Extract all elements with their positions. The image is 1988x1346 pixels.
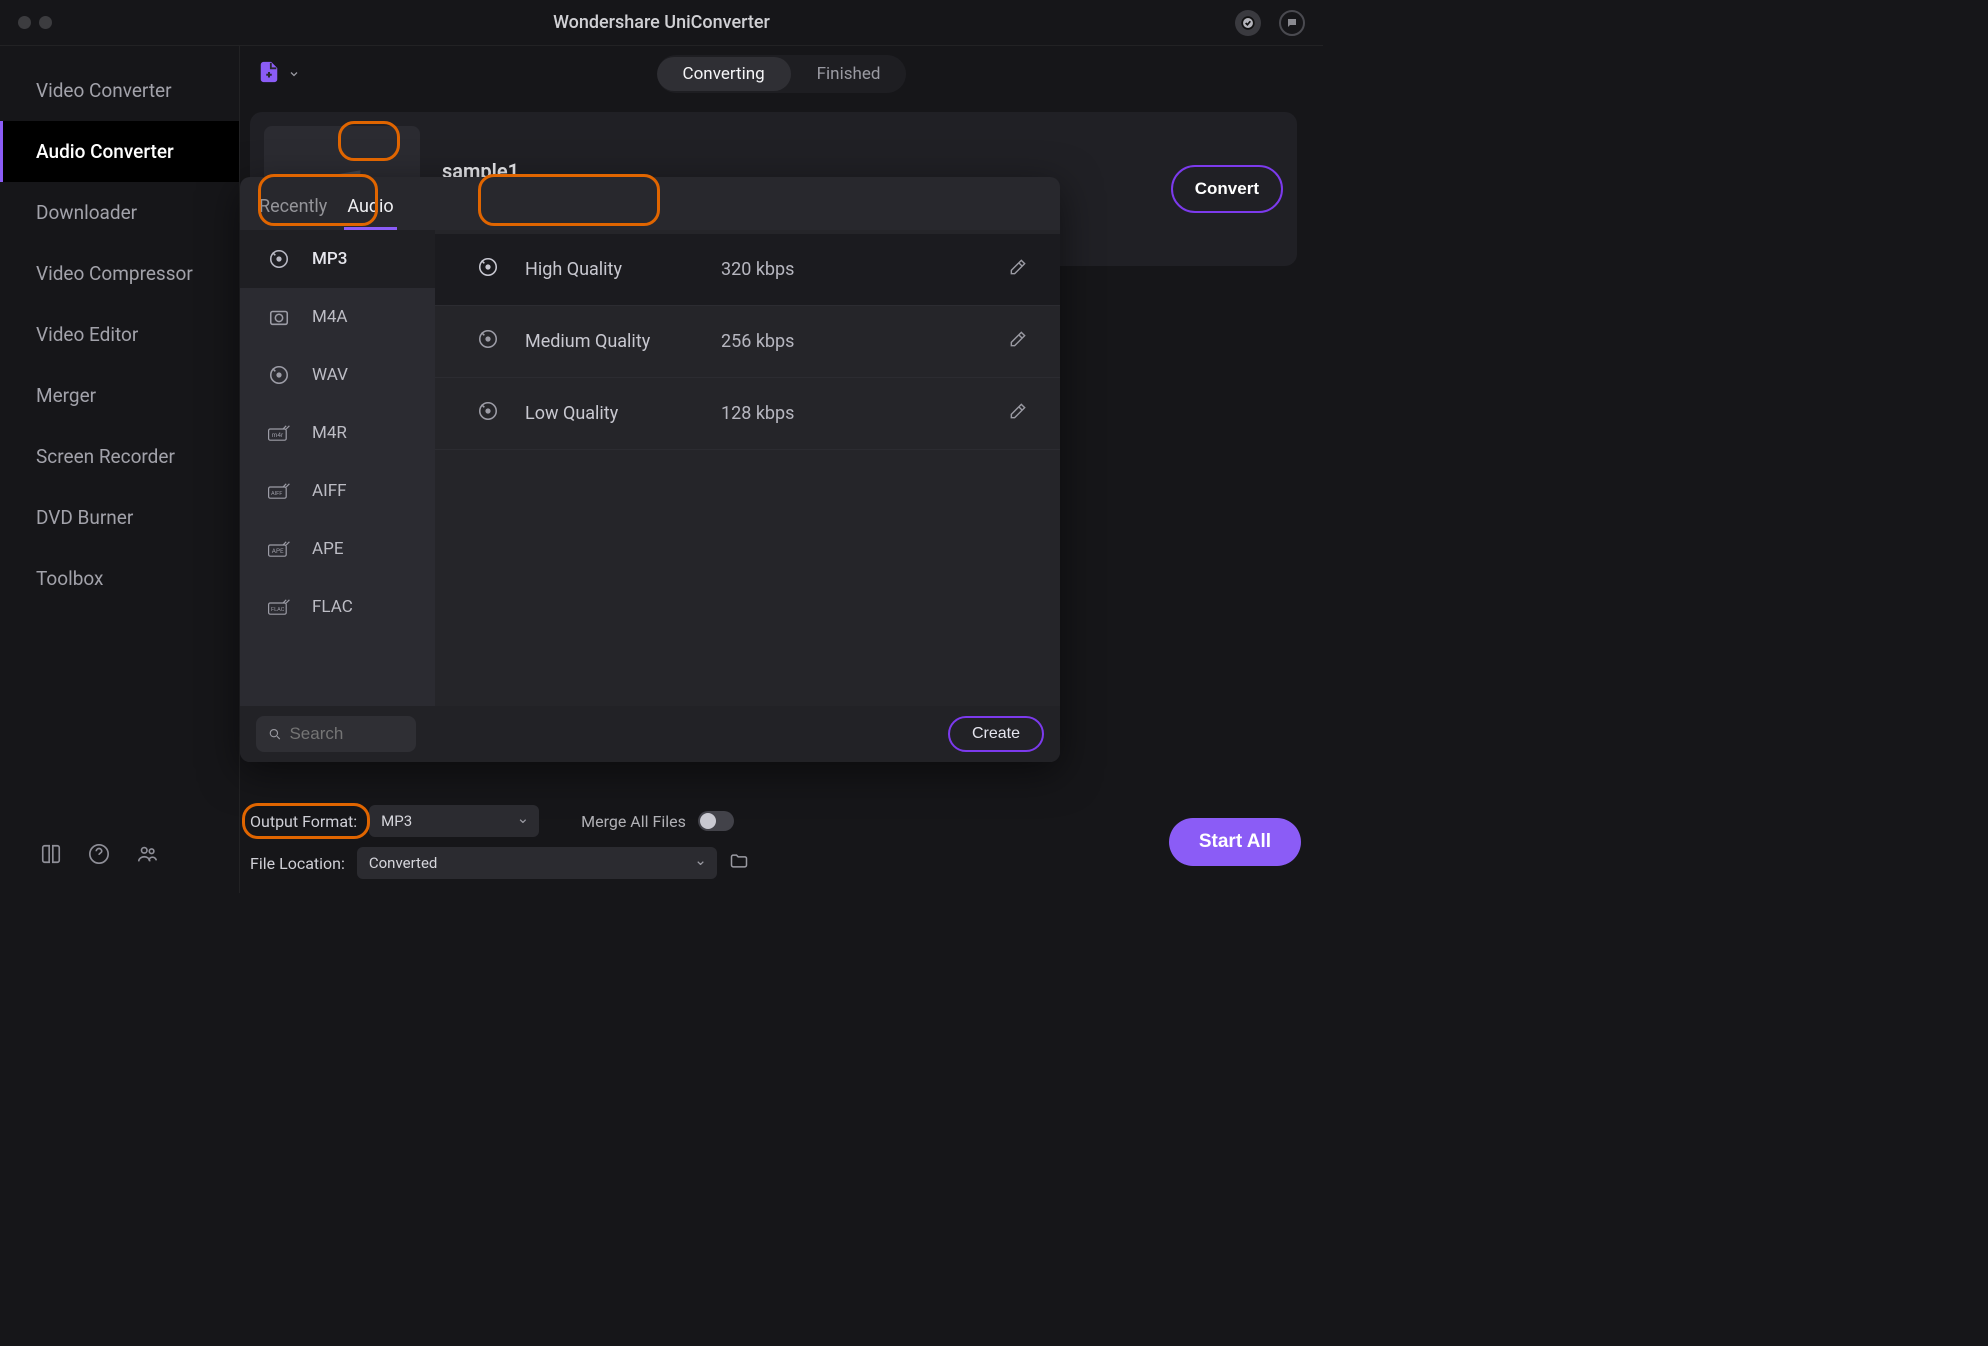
quality-label: High Quality <box>525 259 695 280</box>
format-ape[interactable]: APE APE <box>240 520 435 578</box>
format-wav[interactable]: WAV <box>240 346 435 404</box>
quality-label: Medium Quality <box>525 331 695 352</box>
file-badge-icon: m4r <box>266 422 292 444</box>
merge-toggle[interactable] <box>698 811 734 831</box>
file-badge-icon: AIFF <box>266 480 292 502</box>
svg-text:m4r: m4r <box>272 431 284 439</box>
tab-recently[interactable]: Recently <box>256 192 330 230</box>
camera-icon <box>266 306 292 328</box>
merge-all-label: Merge All Files <box>581 812 686 831</box>
close-window-icon[interactable] <box>18 16 31 29</box>
convert-button[interactable]: Convert <box>1171 165 1283 213</box>
output-format-label: Output Format: <box>250 812 357 831</box>
file-location-select[interactable]: Converted <box>357 847 717 879</box>
tab-audio[interactable]: Audio <box>344 192 396 230</box>
search-input[interactable] <box>256 716 416 752</box>
format-mp3[interactable]: MP3 <box>240 230 435 288</box>
quality-label: Low Quality <box>525 403 695 424</box>
format-label: AIFF <box>312 481 347 501</box>
sidebar-item-dvd-burner[interactable]: DVD Burner <box>0 487 239 548</box>
format-label: M4A <box>312 307 348 327</box>
search-icon <box>268 726 281 742</box>
file-badge-icon: APE <box>266 538 292 560</box>
format-popover: Recently Audio MP3 M4A <box>240 177 1060 762</box>
format-list: MP3 M4A WAV m4r M4R <box>240 230 435 706</box>
feedback-icon[interactable] <box>1279 10 1305 36</box>
sidebar-item-video-compressor[interactable]: Video Compressor <box>0 243 239 304</box>
format-label: M4R <box>312 423 347 443</box>
chevron-down-icon[interactable] <box>288 65 300 84</box>
output-format-select[interactable]: MP3 <box>369 805 539 837</box>
sidebar-item-downloader[interactable]: Downloader <box>0 182 239 243</box>
format-label: MP3 <box>312 249 347 269</box>
create-button[interactable]: Create <box>948 716 1044 752</box>
format-label: FLAC <box>312 597 353 617</box>
format-m4r[interactable]: m4r M4R <box>240 404 435 462</box>
tab-converting[interactable]: Converting <box>657 57 791 91</box>
add-file-button[interactable] <box>258 60 280 88</box>
status-segmented: Converting Finished <box>657 55 907 93</box>
sidebar-item-audio-converter[interactable]: Audio Converter <box>0 121 239 182</box>
guide-icon[interactable] <box>40 843 62 869</box>
quality-medium[interactable]: Medium Quality 256 kbps <box>435 306 1060 378</box>
topbar: Converting Finished <box>240 46 1323 102</box>
disc-icon <box>477 256 499 283</box>
sidebar-item-toolbox[interactable]: Toolbox <box>0 548 239 609</box>
svg-text:FLAC: FLAC <box>271 607 285 613</box>
quality-low[interactable]: Low Quality 128 kbps <box>435 378 1060 450</box>
tab-finished[interactable]: Finished <box>791 57 907 91</box>
start-all-button[interactable]: Start All <box>1169 818 1301 866</box>
edit-icon[interactable] <box>1008 257 1028 282</box>
sidebar-item-screen-recorder[interactable]: Screen Recorder <box>0 426 239 487</box>
minimize-window-icon[interactable] <box>39 16 52 29</box>
window-controls <box>18 16 52 29</box>
format-flac[interactable]: FLAC FLAC <box>240 578 435 636</box>
sidebar-item-video-converter[interactable]: Video Converter <box>0 60 239 121</box>
bottom-bar: Output Format: MP3 Merge All Files File … <box>240 795 1323 893</box>
titlebar: Wondershare UniConverter <box>0 0 1323 46</box>
contacts-icon[interactable] <box>136 843 158 869</box>
format-m4a[interactable]: M4A <box>240 288 435 346</box>
sidebar-item-merger[interactable]: Merger <box>0 365 239 426</box>
disc-icon <box>266 248 292 270</box>
sidebar: Video Converter Audio Converter Download… <box>0 46 240 893</box>
disc-icon <box>477 400 499 427</box>
quality-bitrate: 320 kbps <box>721 259 794 280</box>
quality-high[interactable]: High Quality 320 kbps <box>435 234 1060 306</box>
file-badge-icon: FLAC <box>266 596 292 618</box>
sidebar-item-video-editor[interactable]: Video Editor <box>0 304 239 365</box>
svg-text:AIFF: AIFF <box>271 491 282 497</box>
file-location-label: File Location: <box>250 854 345 873</box>
quality-bitrate: 128 kbps <box>721 403 794 424</box>
format-label: WAV <box>312 365 348 385</box>
quality-list: High Quality 320 kbps Medium Quality 256… <box>435 230 1060 706</box>
edit-icon[interactable] <box>1008 401 1028 426</box>
format-label: APE <box>312 539 343 559</box>
help-icon[interactable] <box>88 843 110 869</box>
disc-icon <box>266 364 292 386</box>
disc-icon <box>477 328 499 355</box>
folder-icon[interactable] <box>729 851 749 875</box>
quality-bitrate: 256 kbps <box>721 331 794 352</box>
format-aiff[interactable]: AIFF AIFF <box>240 462 435 520</box>
svg-text:APE: APE <box>272 547 284 555</box>
app-title: Wondershare UniConverter <box>553 12 770 33</box>
edit-icon[interactable] <box>1008 329 1028 354</box>
account-icon[interactable] <box>1235 10 1261 36</box>
